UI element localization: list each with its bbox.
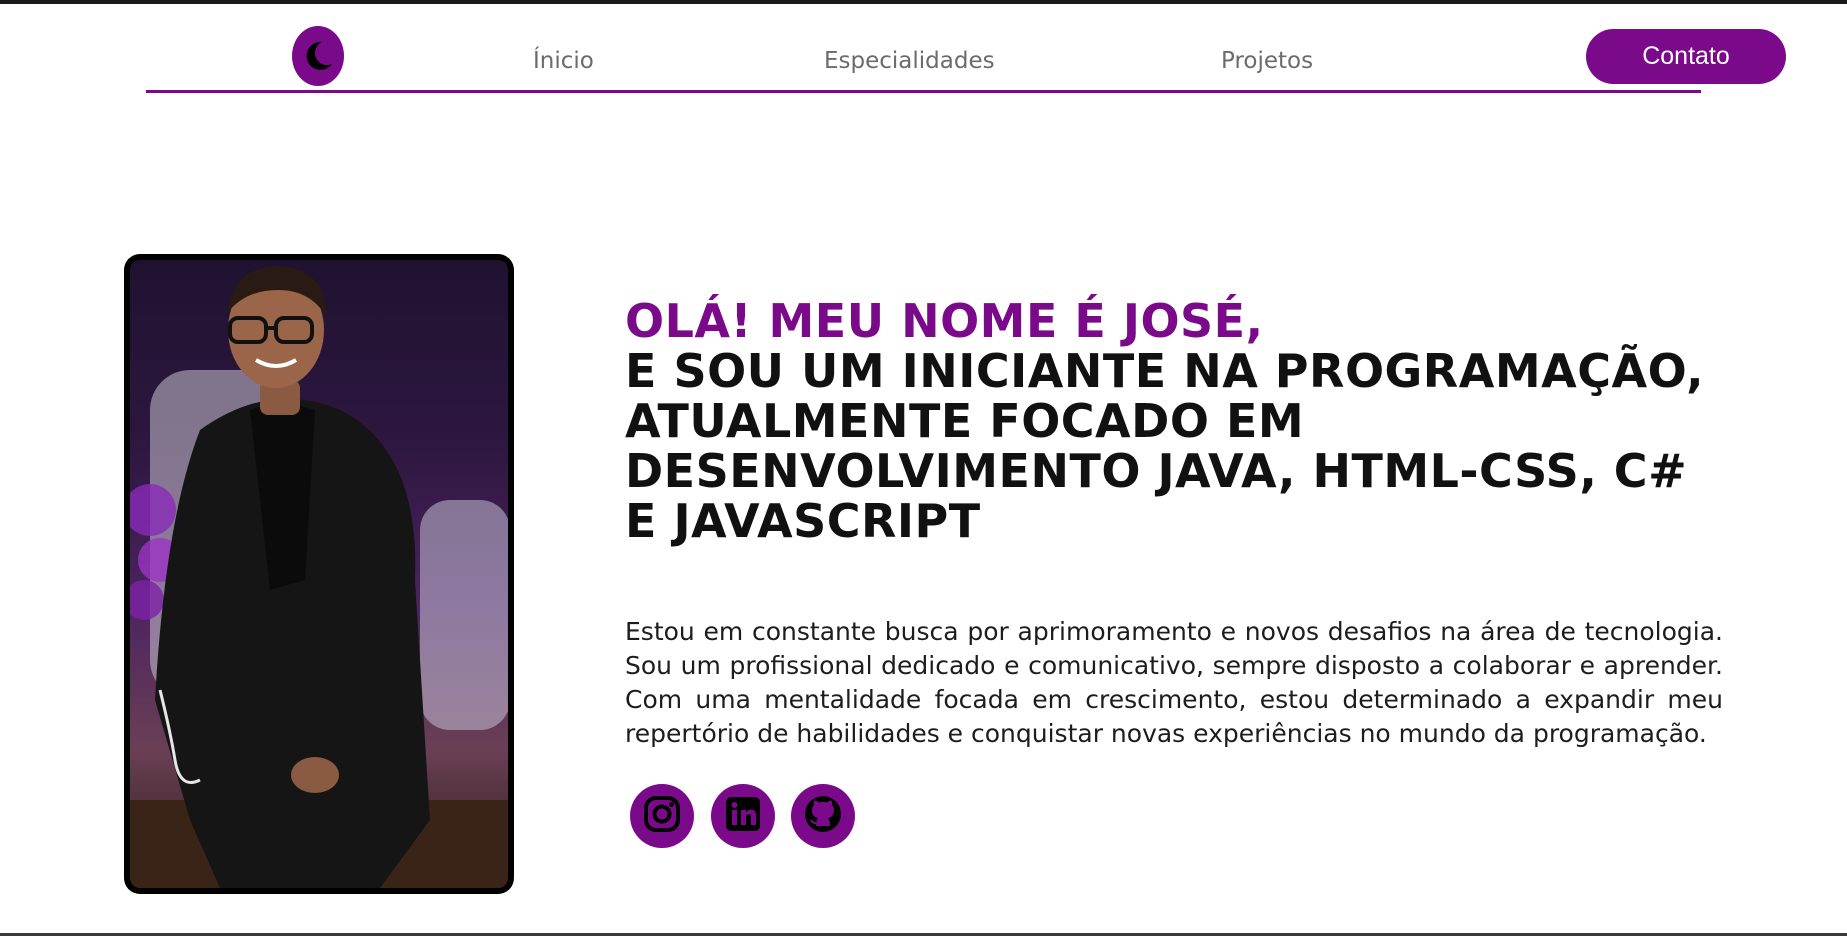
hero-heading-line-1: E SOU UM INICIANTE NA PROGRAMAÇÃO, bbox=[625, 344, 1705, 398]
github-link[interactable] bbox=[791, 784, 855, 848]
hero-heading-line-2: ATUALMENTE FOCADO EM bbox=[625, 394, 1305, 448]
nav-divider bbox=[146, 90, 1701, 93]
moon-logo-icon[interactable] bbox=[292, 26, 344, 86]
instagram-icon bbox=[642, 794, 682, 838]
linkedin-icon bbox=[723, 794, 763, 838]
github-icon bbox=[802, 793, 844, 839]
hero-heading-line-3: DESENVOLVIMENTO JAVA, HTML-CSS, C# bbox=[625, 444, 1688, 498]
linkedin-link[interactable] bbox=[711, 784, 775, 848]
instagram-link[interactable] bbox=[630, 784, 694, 848]
hero-bio: Estou em constante busca por aprimoramen… bbox=[625, 617, 1723, 748]
site-header: Ínicio Especialidades Projetos Contato bbox=[0, 0, 1847, 100]
contact-button[interactable]: Contato bbox=[1586, 29, 1786, 84]
hero-heading: OLÁ! MEU NOME É JOSÉ, E SOU UM INICIANTE… bbox=[625, 296, 1735, 546]
nav-link-projetos[interactable]: Projetos bbox=[1221, 48, 1313, 74]
nav-link-especialidades[interactable]: Especialidades bbox=[824, 48, 995, 74]
profile-photo-frame bbox=[124, 254, 514, 894]
hero-greeting: OLÁ! MEU NOME É JOSÉ, bbox=[625, 294, 1264, 348]
profile-photo bbox=[130, 260, 508, 888]
nav-link-inicio[interactable]: Ínicio bbox=[533, 48, 594, 74]
hero-heading-line-4: E JAVASCRIPT bbox=[625, 494, 981, 548]
